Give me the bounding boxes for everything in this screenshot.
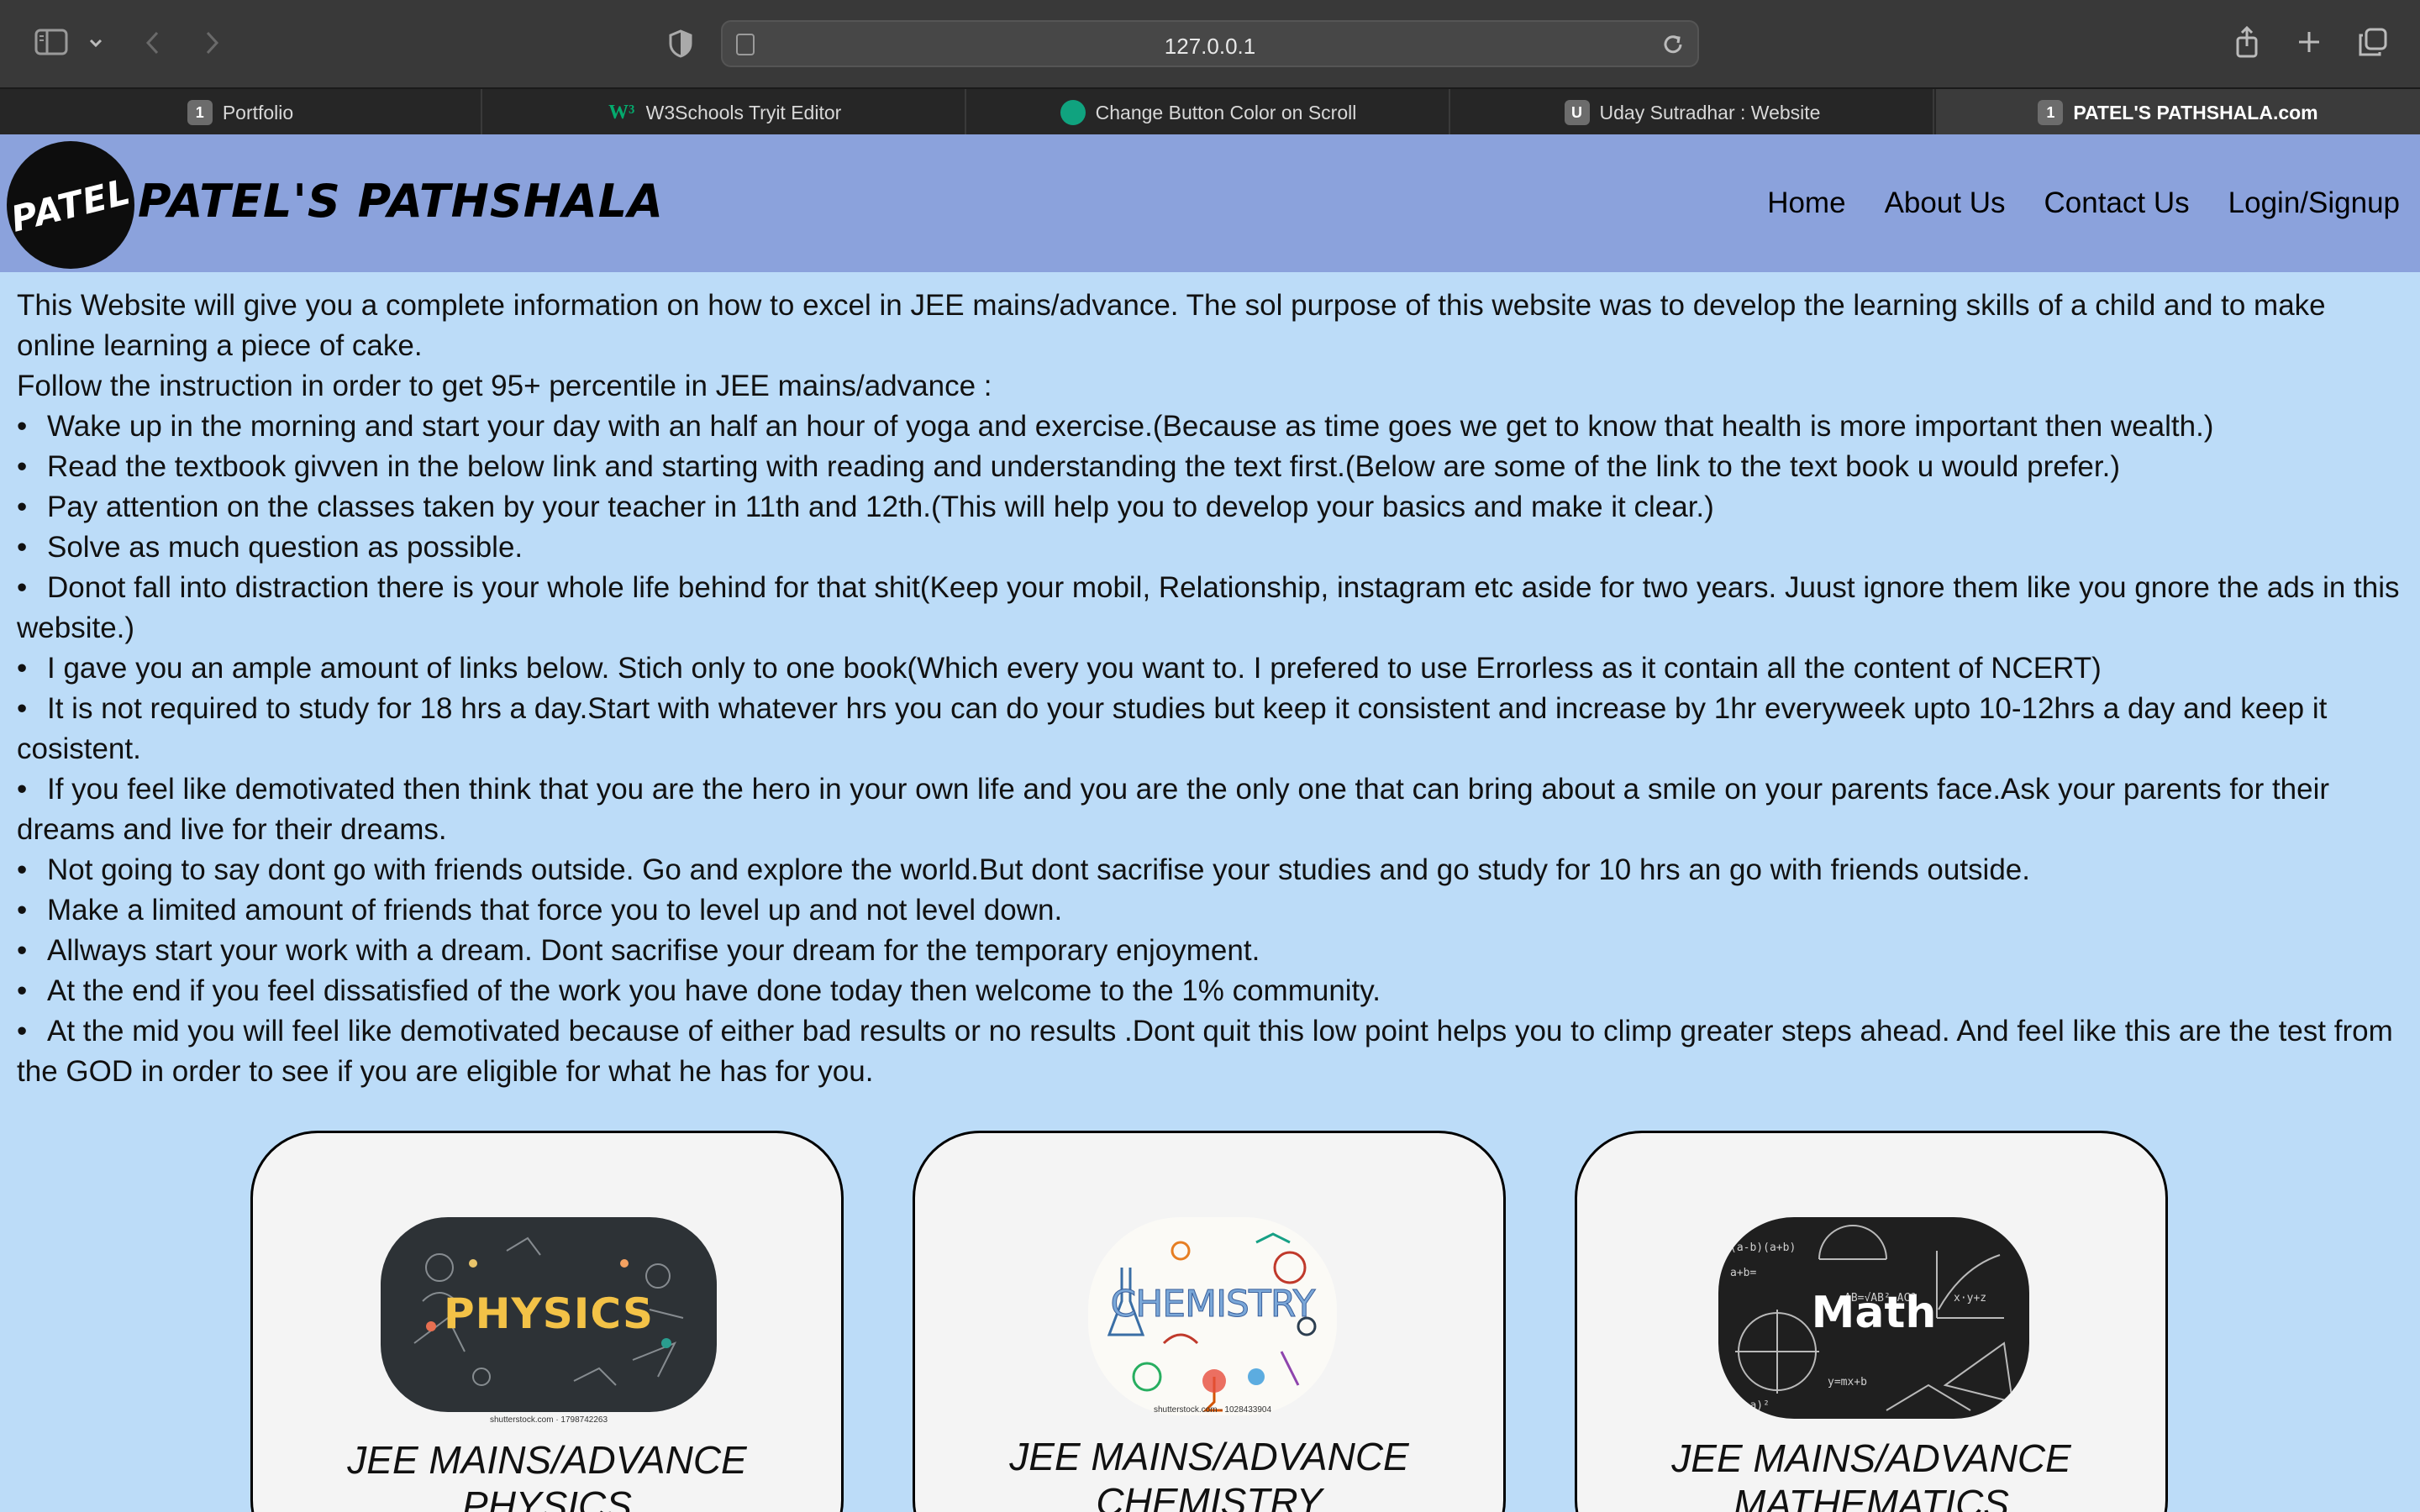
list-item: It is not required to study for 18 hrs a… <box>17 689 2408 769</box>
instruction-list: Wake up in the morning and start your da… <box>17 407 2408 1092</box>
tab-change-button-color[interactable]: Change Button Color on Scroll <box>968 89 1450 136</box>
nav-home[interactable]: Home <box>1767 186 1845 220</box>
site-header: PATEL PATEL'S PATHSHALA Home About Us Co… <box>0 134 2420 272</box>
list-item: Not going to say dont go with friends ou… <box>17 850 2408 890</box>
mathematics-image-text: Math <box>1811 1288 1937 1338</box>
main-nav: Home About Us Contact Us Login/Signup <box>1767 186 2400 220</box>
physics-image-text: PHYSICS <box>444 1289 654 1338</box>
site-logo[interactable]: PATEL <box>7 141 134 269</box>
tab-uday-sutradhar[interactable]: U Uday Sutradhar : Website <box>1452 89 1934 136</box>
chatgpt-favicon-icon <box>1060 100 1086 125</box>
url-text: 127.0.0.1 <box>1164 34 1256 59</box>
chemistry-card[interactable]: CHEMISTRY shutterstock.com · 1028433904 … <box>913 1131 1506 1512</box>
intro-paragraph: This Website will give you a complete in… <box>17 289 2326 362</box>
brand-name: PATEL'S PATHSHALA <box>138 175 664 228</box>
tab-label: PATEL'S PATHSHALA.com <box>2073 101 2318 123</box>
physics-image-credit: shutterstock.com · 1798742263 <box>489 1415 608 1425</box>
mathematics-card[interactable]: (a-b)(a+b) a+b= AB=√AB²-AC² x·y+z y=mx+b (x-… <box>1575 1131 2168 1512</box>
tab-strip: 1 Portfolio W³ W3Schools Tryit Editor Ch… <box>0 87 2420 136</box>
list-item: Make a limited amount of friends that fo… <box>17 890 2408 931</box>
nav-contact-us[interactable]: Contact Us <box>2044 186 2190 220</box>
chemistry-image-text: CHEMISTRY <box>1110 1283 1316 1326</box>
back-icon[interactable] <box>139 27 165 59</box>
list-item: Allways start your work with a dream. Do… <box>17 931 2408 971</box>
tab-portfolio[interactable]: 1 Portfolio <box>0 89 482 136</box>
svg-text:(a-b)(a+b): (a-b)(a+b) <box>1730 1242 1796 1254</box>
svg-text:y=mx+b: y=mx+b <box>1828 1376 1867 1389</box>
chemistry-image-credit: shutterstock.com · 1028433904 <box>1153 1405 1272 1415</box>
instruction-heading: Follow the instruction in order to get 9… <box>17 370 992 402</box>
list-item: If you feel like demotivated then think … <box>17 769 2408 850</box>
tab-w3schools[interactable]: W³ W3Schools Tryit Editor <box>484 89 966 136</box>
list-item: Pay attention on the classes taken by yo… <box>17 487 2408 528</box>
chemistry-card-title: JEE MAINS/ADVANCE CHEMISTRY <box>1009 1435 1409 1512</box>
tab-label: Uday Sutradhar : Website <box>1599 101 1821 123</box>
privacy-shield-icon[interactable] <box>666 27 696 60</box>
tab-patels-pathshala[interactable]: 1 PATEL'S PATHSHALA.com <box>1936 89 2420 136</box>
list-item: Read the textbook givven in the below li… <box>17 447 2408 487</box>
physics-card-title: JEE MAINS/ADVANCE PHYSICS <box>347 1438 747 1512</box>
address-bar[interactable]: 127.0.0.1 <box>721 20 1699 67</box>
tab-favicon-icon: U <box>1564 100 1590 125</box>
tab-favicon-icon: 1 <box>2038 100 2064 125</box>
tab-label: W3Schools Tryit Editor <box>645 101 842 123</box>
list-item: At the mid you will feel like demotivate… <box>17 1011 2408 1092</box>
svg-text:a+b=: a+b= <box>1730 1267 1756 1279</box>
forward-icon[interactable] <box>200 27 225 59</box>
w3schools-favicon-icon: W³ <box>608 101 635 123</box>
physics-card[interactable]: PHYSICS shutterstock.com · 1798742263 JE… <box>250 1131 844 1512</box>
reload-icon[interactable] <box>1660 32 1686 57</box>
logo-text: PATEL <box>6 170 135 240</box>
tab-overview-icon[interactable] <box>2356 25 2390 59</box>
tab-label: Change Button Color on Scroll <box>1095 101 1357 123</box>
list-item: Solve as much question as possible. <box>17 528 2408 568</box>
mathematics-card-title: JEE MAINS/ADVANCE MATHEMATICS <box>1671 1436 2071 1512</box>
list-item: Wake up in the morning and start your da… <box>17 407 2408 447</box>
main-content: This Website will give you a complete in… <box>17 286 2408 1092</box>
svg-text:(x-a)²: (x-a)² <box>1730 1399 1770 1412</box>
nav-login-signup[interactable]: Login/Signup <box>2228 186 2400 220</box>
browser-toolbar: 127.0.0.1 <box>0 0 2420 87</box>
tab-label: Portfolio <box>222 101 294 123</box>
sidebar-icon[interactable] <box>32 25 71 59</box>
tab-favicon-icon: 1 <box>187 100 213 125</box>
list-item: Donot fall into distraction there is you… <box>17 568 2408 648</box>
new-tab-icon[interactable] <box>2294 27 2324 57</box>
list-item: At the end if you feel dissatisfied of t… <box>17 971 2408 1011</box>
nav-about-us[interactable]: About Us <box>1885 186 2006 220</box>
share-icon[interactable] <box>2232 24 2262 60</box>
chevron-down-icon[interactable] <box>86 30 106 55</box>
list-item: I gave you an ample amount of links belo… <box>17 648 2408 689</box>
